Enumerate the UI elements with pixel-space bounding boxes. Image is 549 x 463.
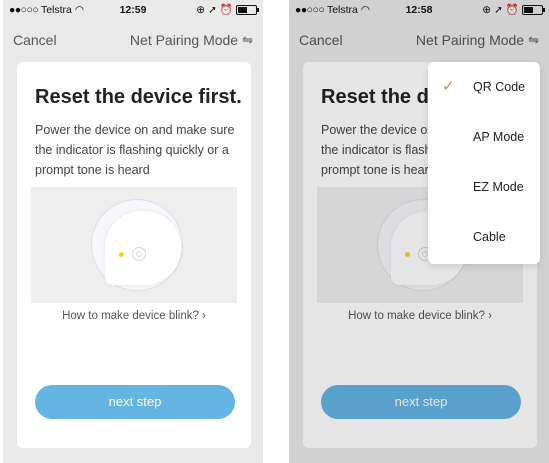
swap-icon: ⇋ (242, 32, 253, 47)
phone-screen-left: ●●○○○ Telstra ◠ 12:59 ⊕ ➚ ⏰ Cancel Net P… (3, 0, 263, 463)
indicator-light-icon (119, 252, 124, 257)
page-title: Reset the device first. (35, 86, 242, 108)
menu-item-label: QR Code (473, 80, 526, 94)
menu-item-ap-mode[interactable]: AP Mode (428, 112, 540, 162)
alarm-icon: ⏰ (219, 4, 233, 16)
status-bar: ●●○○○ Telstra ◠ 12:59 ⊕ ➚ ⏰ (3, 0, 263, 20)
battery-icon (236, 4, 259, 15)
next-step-button[interactable]: next step (35, 385, 235, 419)
location-icon: ➚ (208, 3, 217, 16)
menu-item-ez-mode[interactable]: EZ Mode (428, 162, 540, 212)
device-icon (105, 211, 181, 285)
phone-screen-right: ●●○○○ Telstra ◠ 12:58 ⊕ ➚ ⏰ Cancel Net P… (289, 0, 549, 463)
net-pairing-mode-button[interactable]: Net Pairing Mode ⇋ (130, 32, 253, 48)
device-illustration (31, 187, 237, 303)
how-to-blink-link[interactable]: How to make device blink? › (17, 310, 251, 322)
how-to-blink-label: How to make device blink? (62, 310, 199, 322)
instruction-card: Reset the device first. Power the device… (17, 62, 251, 448)
orientation-lock-icon: ⊕ (196, 3, 206, 16)
instruction-text: Power the device on and make sure the in… (35, 123, 235, 177)
menu-item-label: EZ Mode (473, 180, 524, 194)
power-button-icon (132, 247, 146, 261)
menu-item-label: Cable (473, 230, 506, 244)
menu-item-cable[interactable]: Cable (428, 212, 540, 262)
chevron-right-icon: › (202, 310, 206, 322)
nav-bar: Cancel Net Pairing Mode ⇋ (3, 28, 263, 54)
status-icons: ⊕ ➚ ⏰ (196, 3, 259, 16)
net-pairing-mode-label: Net Pairing Mode (129, 32, 239, 48)
pairing-mode-menu: ✓ QR Code AP Mode EZ Mode Cable (428, 62, 540, 264)
cancel-button[interactable]: Cancel (13, 32, 57, 48)
checkmark-icon: ✓ (442, 78, 455, 95)
menu-item-label: AP Mode (473, 130, 525, 144)
menu-item-qr-code[interactable]: ✓ QR Code (428, 62, 540, 112)
